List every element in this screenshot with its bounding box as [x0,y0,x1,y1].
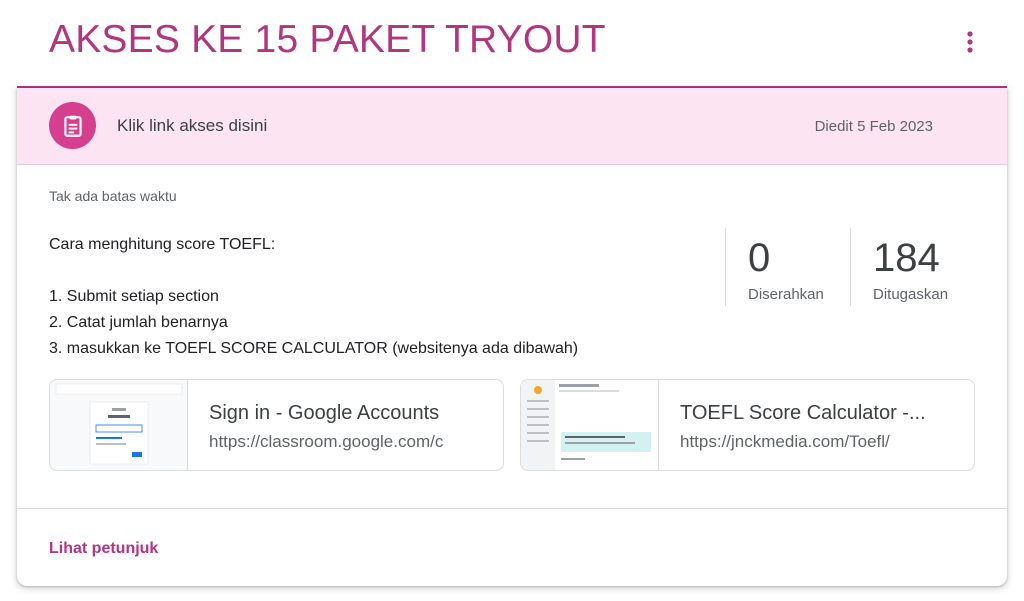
submitted-stat[interactable]: 0 Diserahkan [725,228,850,306]
attachment-thumbnail [521,380,659,470]
page-title: AKSES KE 15 PAKET TRYOUT [49,18,606,61]
description-line: 2. Catat jumlah benarnya [49,314,228,331]
assignment-card: Klik link akses disini Diedit 5 Feb 2023… [17,88,1007,586]
assigned-count: 184 [873,236,940,280]
due-date: Tak ada batas waktu [49,188,177,204]
edited-date: Diedit 5 Feb 2023 [814,118,933,135]
assignment-icon [49,102,96,149]
description-line: 1. Submit setiap section [49,288,219,305]
submission-stats: 0 Diserahkan 184 Ditugaskan [725,228,990,306]
assigned-label: Ditugaskan [873,286,949,303]
more-options-button[interactable] [954,26,986,58]
assignment-banner[interactable]: Klik link akses disini Diedit 5 Feb 2023 [17,88,1007,165]
attachment-link[interactable]: TOEFL Score Calculator -... https://jnck… [520,379,975,471]
banner-title: Klik link akses disini [117,116,268,135]
attachment-link[interactable]: Sign in - Google Accounts https://classr… [49,379,504,471]
attachment-thumbnail [50,380,188,470]
description-line [49,258,578,284]
footer-divider [17,508,1007,509]
assignment-description: Cara menghitung score TOEFL: 1. Submit s… [49,232,578,362]
assigned-stat[interactable]: 184 Ditugaskan [850,228,990,306]
view-instructions-link[interactable]: Lihat petunjuk [49,540,158,558]
attachment-title: TOEFL Score Calculator -... [680,402,926,424]
description-line: 3. masukkan ke TOEFL SCORE CALCULATOR (w… [49,340,579,357]
attachment-url: https://classroom.google.com/c [209,432,444,451]
page-header: AKSES KE 15 PAKET TRYOUT [0,0,1024,88]
more-vert-icon [967,31,973,53]
attachment-url: https://jnckmedia.com/Toefl/ [680,432,890,451]
attachment-title: Sign in - Google Accounts [209,402,440,424]
submitted-count: 0 [748,236,771,280]
description-line: Cara menghitung score TOEFL: [49,236,276,253]
submitted-label: Diserahkan [748,286,824,303]
